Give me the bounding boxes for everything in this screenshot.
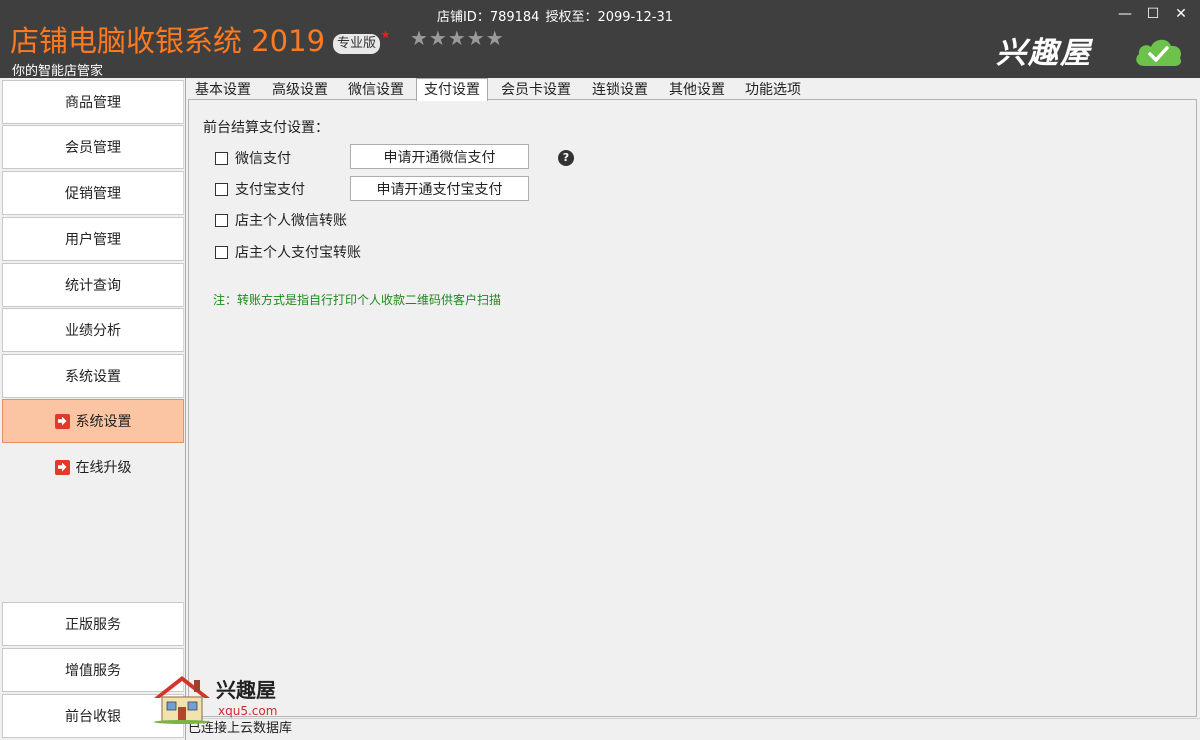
app-slogan: 你的智能店管家 <box>12 64 104 79</box>
checkbox-box[interactable] <box>215 151 228 165</box>
checkbox-label: 店主个人支付宝转账 <box>235 245 361 261</box>
star-badge-icon <box>381 30 390 39</box>
sidebar-item-label: 用户管理 <box>65 232 121 248</box>
license-expiry: 授权至：2099-12-31 <box>545 10 674 25</box>
checkbox-label: 店主个人微信转账 <box>235 213 347 229</box>
maximize-button[interactable]: ☐ <box>1140 4 1166 24</box>
cloud-check-icon[interactable] <box>1132 34 1184 68</box>
tab-payment[interactable]: 支付设置 <box>416 78 488 101</box>
sidebar-item-label: 正版服务 <box>65 617 121 633</box>
checkbox-label: 支付宝支付 <box>235 182 305 198</box>
app-title: 店铺电脑收银系统 2019 <box>10 24 326 58</box>
checkbox-box[interactable] <box>215 245 228 259</box>
sidebar-item-label: 促销管理 <box>65 186 121 202</box>
house-logo-icon <box>154 676 210 724</box>
watermark: 兴趣屋 xqu5.com <box>152 672 292 724</box>
sidebar-subitem-system-settings[interactable]: 系统设置 <box>2 399 184 443</box>
alipay-checkbox[interactable]: 支付宝支付 <box>215 179 305 199</box>
settings-tabs: 基本设置 高级设置 微信设置 支付设置 会员卡设置 连锁设置 其他设置 功能选项 <box>186 78 1200 101</box>
tab-basic[interactable]: 基本设置 <box>195 80 251 100</box>
tab-advanced[interactable]: 高级设置 <box>272 80 328 100</box>
arrow-right-icon <box>54 459 70 475</box>
sidebar-item-label: 业绩分析 <box>65 323 121 339</box>
payment-settings-panel: 前台结算支付设置： 微信支付 申请开通微信支付 ? 支付宝支付 申请开通支付宝支… <box>188 99 1197 717</box>
sidebar-item-statistics[interactable]: 统计查询 <box>2 263 184 307</box>
sidebar-item-users[interactable]: 用户管理 <box>2 217 184 261</box>
tab-other[interactable]: 其他设置 <box>669 80 725 100</box>
transfer-note: 注：转账方式是指自行打印个人收款二维码供客户扫描 <box>213 293 502 307</box>
watermark-name: 兴趣屋 <box>216 678 276 702</box>
sidebar-item-label: 前台收银 <box>65 709 121 725</box>
sidebar-item-label: 商品管理 <box>65 95 121 111</box>
section-title: 前台结算支付设置： <box>203 120 329 136</box>
sidebar-item-performance[interactable]: 业绩分析 <box>2 308 184 352</box>
help-icon[interactable]: ? <box>558 150 574 166</box>
wechat-pay-checkbox[interactable]: 微信支付 <box>215 148 291 168</box>
close-button[interactable]: ✕ <box>1168 4 1194 24</box>
watermark-url: xqu5.com <box>218 704 278 718</box>
sidebar-item-members[interactable]: 会员管理 <box>2 125 184 169</box>
rating-stars: ★★★★★ <box>410 26 505 50</box>
checkbox-box[interactable] <box>215 213 228 227</box>
sidebar-item-label: 系统设置 <box>65 369 121 385</box>
apply-alipay-button[interactable]: 申请开通支付宝支付 <box>350 176 529 201</box>
brand-logo: 兴趣屋 <box>996 36 1092 71</box>
checkbox-box[interactable] <box>215 182 228 196</box>
tab-chain[interactable]: 连锁设置 <box>592 80 648 100</box>
store-id: 店铺ID：789184 <box>436 10 540 25</box>
sidebar-item-system-settings[interactable]: 系统设置 <box>2 354 184 398</box>
sidebar-item-products[interactable]: 商品管理 <box>2 80 184 124</box>
minimize-button[interactable]: — <box>1112 4 1138 24</box>
status-bar: 已连接上云数据库 <box>186 718 1200 740</box>
tab-function-options[interactable]: 功能选项 <box>745 80 801 100</box>
sidebar-item-label: 会员管理 <box>65 140 121 156</box>
arrow-right-icon <box>54 413 70 429</box>
sidebar-subitem-label: 在线升级 <box>75 460 132 476</box>
tab-wechat[interactable]: 微信设置 <box>348 80 404 100</box>
personal-alipay-transfer-checkbox[interactable]: 店主个人支付宝转账 <box>215 242 361 262</box>
edition-badge: 专业版 <box>333 34 381 54</box>
sidebar-item-label: 统计查询 <box>65 278 121 294</box>
sidebar-item-label: 增值服务 <box>65 663 121 679</box>
sidebar-item-genuine-service[interactable]: 正版服务 <box>2 602 184 646</box>
sidebar-subitem-label: 系统设置 <box>75 414 132 430</box>
store-info: 店铺ID：789184 授权至：2099-12-31 <box>0 6 1110 25</box>
personal-wechat-transfer-checkbox[interactable]: 店主个人微信转账 <box>215 210 347 230</box>
title-bar: 店铺电脑收银系统 2019 专业版 ★★★★★ 你的智能店管家 店铺ID：789… <box>0 0 1200 79</box>
sidebar-subitem-online-upgrade[interactable]: 在线升级 <box>2 445 184 489</box>
apply-wechat-pay-button[interactable]: 申请开通微信支付 <box>350 144 529 169</box>
sidebar: 商品管理 会员管理 促销管理 用户管理 统计查询 业绩分析 系统设置 系统设置 … <box>0 78 186 740</box>
checkbox-label: 微信支付 <box>235 151 291 167</box>
sidebar-item-promotions[interactable]: 促销管理 <box>2 171 184 215</box>
tab-member-card[interactable]: 会员卡设置 <box>501 80 571 100</box>
